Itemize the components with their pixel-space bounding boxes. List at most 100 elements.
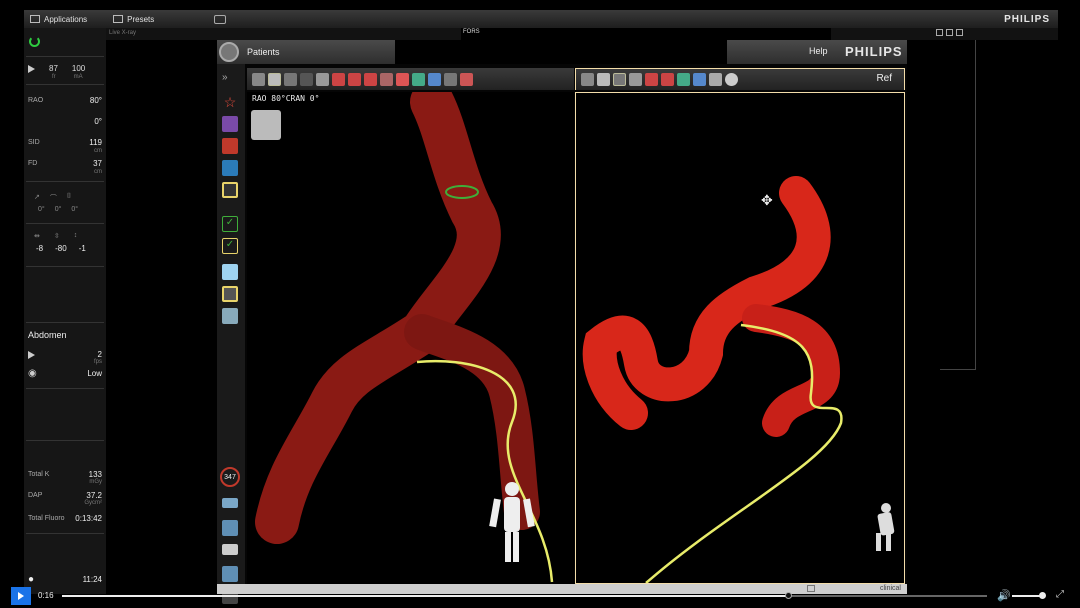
- marker-icon[interactable]: [645, 73, 658, 86]
- layout-icon[interactable]: [222, 520, 238, 536]
- roadmap-icon[interactable]: [222, 138, 238, 154]
- segmentation-icon[interactable]: [222, 160, 238, 176]
- fluoro-label: Total Fluoro: [28, 515, 65, 522]
- divider: [26, 388, 104, 389]
- dap-unit: Gycm²: [84, 500, 102, 506]
- window-camera-icon[interactable]: [936, 29, 943, 36]
- aorta-render-right: ✥: [582, 176, 895, 583]
- overlay-icon[interactable]: [222, 182, 238, 198]
- pan-icon[interactable]: [268, 72, 281, 86]
- dap-value: 37.2: [86, 491, 102, 500]
- color-map-icon[interactable]: [412, 72, 425, 86]
- annotation-icon[interactable]: [396, 72, 409, 86]
- app-header: Patients Help PHILIPS: [217, 40, 907, 64]
- dap-unit-row: Gycm²: [28, 500, 102, 506]
- total-k-value: 133: [88, 470, 102, 479]
- patients-button[interactable]: Patients: [219, 41, 394, 63]
- grid-icon[interactable]: [444, 72, 457, 86]
- table-height-icon: ↕: [73, 232, 78, 239]
- fors-application-window: Patients Help PHILIPS » ☆ ✓ ✓ 347 Ref RA…: [217, 40, 907, 604]
- frame-rate-value: 87: [49, 64, 58, 73]
- frame-rate-unit: fr: [52, 74, 56, 80]
- frame-counter: 347: [220, 467, 240, 487]
- dual-view-icon[interactable]: [222, 286, 238, 302]
- divider: [26, 181, 104, 182]
- shading-icon[interactable]: [693, 73, 706, 86]
- measure-icon[interactable]: [380, 72, 393, 86]
- table-position-icons: ⇹ ⇳ ↕: [34, 232, 77, 240]
- divider: [26, 322, 104, 323]
- applications-menu[interactable]: Applications: [30, 15, 87, 24]
- rotate-icon[interactable]: [613, 73, 626, 86]
- link-icon[interactable]: [709, 73, 722, 86]
- play-button[interactable]: [11, 587, 31, 605]
- body-view-icon[interactable]: [222, 308, 238, 324]
- zoom-icon[interactable]: [581, 73, 594, 86]
- landmark-icon[interactable]: [364, 72, 377, 86]
- table-x-value: -8: [36, 244, 44, 253]
- single-view-icon[interactable]: [222, 264, 238, 280]
- volume-slider[interactable]: [1012, 595, 1042, 597]
- cran-value: 0°: [94, 117, 102, 126]
- ring-marker-icon[interactable]: [661, 73, 674, 86]
- marker-icon[interactable]: [332, 72, 345, 86]
- shading-icon[interactable]: [428, 72, 441, 86]
- table-position-values: -8 -80 -1: [36, 244, 86, 253]
- geometry-c-value: 0°: [71, 206, 79, 213]
- presets-menu[interactable]: Presets: [113, 15, 154, 24]
- guidewire-check-icon[interactable]: ✓: [222, 238, 238, 254]
- save-icon[interactable]: [222, 498, 238, 508]
- left-view-toolbar: [247, 68, 574, 90]
- system-top-bar: Applications Presets PHILIPS: [24, 10, 1058, 28]
- divider: [26, 533, 104, 534]
- live-xray-label: Live X-ray: [109, 30, 137, 36]
- protocol-rate-value: 2: [97, 350, 102, 359]
- fullscreen-icon[interactable]: ⤢: [1056, 589, 1064, 600]
- detector-rotation-icon: ⌒: [49, 195, 57, 202]
- body-orientation-figure: [876, 503, 895, 551]
- fluoro-row: Total Fluoro 0:13:42: [28, 514, 102, 523]
- camera-lock-icon[interactable]: [214, 14, 227, 24]
- volume-icon[interactable]: 🔊: [997, 589, 1011, 602]
- left-3d-viewport[interactable]: RAO 80°CRAN 0°: [247, 92, 574, 584]
- view-select-icon[interactable]: [629, 73, 642, 86]
- seek-bar[interactable]: [62, 592, 987, 599]
- protocol-name: Abdomen: [28, 330, 67, 340]
- presets-icon: [113, 15, 124, 23]
- seek-handle[interactable]: [785, 592, 793, 599]
- divider: [26, 56, 104, 57]
- divider: [26, 84, 104, 85]
- window-maximize-icon[interactable]: [956, 29, 963, 36]
- export-icon[interactable]: [222, 566, 238, 582]
- acquisition-row: 87 100: [28, 64, 102, 73]
- help-button[interactable]: Help: [809, 46, 828, 56]
- pan-icon[interactable]: [597, 73, 610, 86]
- zoom-icon[interactable]: [252, 72, 265, 86]
- capture-icon[interactable]: [460, 72, 473, 86]
- ring-marker-icon[interactable]: [348, 72, 361, 86]
- view-title-band: Live X-ray FORS: [106, 28, 1058, 40]
- snapshot-icon[interactable]: [222, 544, 238, 555]
- window-split-icon[interactable]: [946, 29, 953, 36]
- geometry-b-value: 0°: [54, 206, 62, 213]
- volume-handle[interactable]: [1039, 592, 1046, 599]
- collimator-icon: ⌷: [66, 193, 72, 200]
- right-reference-viewport[interactable]: ✥: [575, 92, 905, 584]
- reset-icon[interactable]: [300, 72, 313, 86]
- protocol-row[interactable]: Abdomen: [28, 330, 102, 340]
- total-k-unit: mGy: [89, 479, 102, 485]
- rao-value: 80°: [89, 96, 102, 105]
- face-icon[interactable]: [725, 73, 738, 86]
- patient-model-icon[interactable]: [222, 116, 238, 132]
- color-map-icon[interactable]: [677, 73, 690, 86]
- anatomy-icon[interactable]: ☆: [222, 94, 238, 110]
- sid-unit-row: cm: [28, 148, 102, 154]
- seek-bar-progress: [62, 595, 789, 597]
- play-icon: [18, 592, 24, 600]
- expand-icon[interactable]: »: [222, 72, 238, 88]
- view-select-icon[interactable]: [316, 72, 329, 86]
- rotate-icon[interactable]: [284, 72, 297, 86]
- cran-row: 0°: [28, 117, 102, 126]
- device-check-icon[interactable]: ✓: [222, 216, 238, 232]
- protocol-rate-unit-row: fps: [28, 359, 102, 365]
